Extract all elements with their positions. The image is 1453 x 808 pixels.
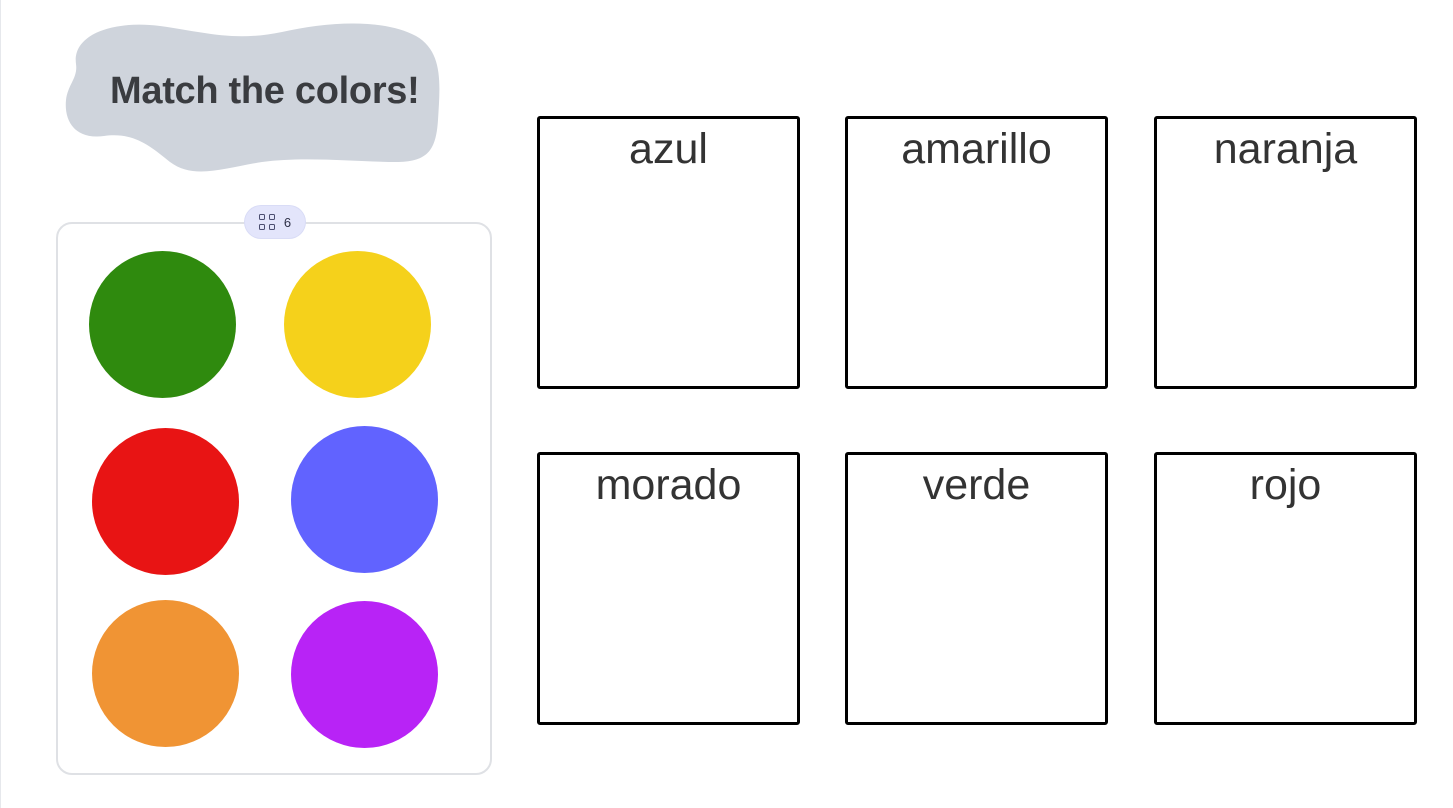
- drop-target-label: azul: [629, 125, 708, 173]
- drop-target-label: rojo: [1249, 461, 1322, 509]
- drop-target-morado[interactable]: morado: [537, 452, 800, 725]
- color-dot-orange[interactable]: [92, 600, 239, 747]
- drop-target-label: naranja: [1213, 125, 1358, 173]
- title-banner: Match the colors!: [64, 20, 442, 174]
- page-title: Match the colors!: [110, 70, 420, 112]
- drop-target-verde[interactable]: verde: [845, 452, 1108, 725]
- color-dot-green[interactable]: [89, 251, 236, 398]
- items-count-badge: 6: [245, 206, 305, 238]
- drop-target-label: amarillo: [901, 125, 1052, 173]
- grid-icon: [258, 213, 276, 231]
- color-dot-yellow[interactable]: [284, 251, 431, 398]
- drop-target-azul[interactable]: azul: [537, 116, 800, 389]
- color-dot-red[interactable]: [92, 428, 239, 575]
- drop-target-rojo[interactable]: rojo: [1154, 452, 1417, 725]
- color-dot-blue[interactable]: [291, 426, 438, 573]
- items-count: 6: [283, 214, 292, 230]
- page-edge: [0, 0, 1, 808]
- color-dot-purple[interactable]: [291, 601, 438, 748]
- drop-target-label: morado: [595, 461, 742, 509]
- drop-target-naranja[interactable]: naranja: [1154, 116, 1417, 389]
- drop-target-label: verde: [922, 461, 1031, 509]
- drop-target-amarillo[interactable]: amarillo: [845, 116, 1108, 389]
